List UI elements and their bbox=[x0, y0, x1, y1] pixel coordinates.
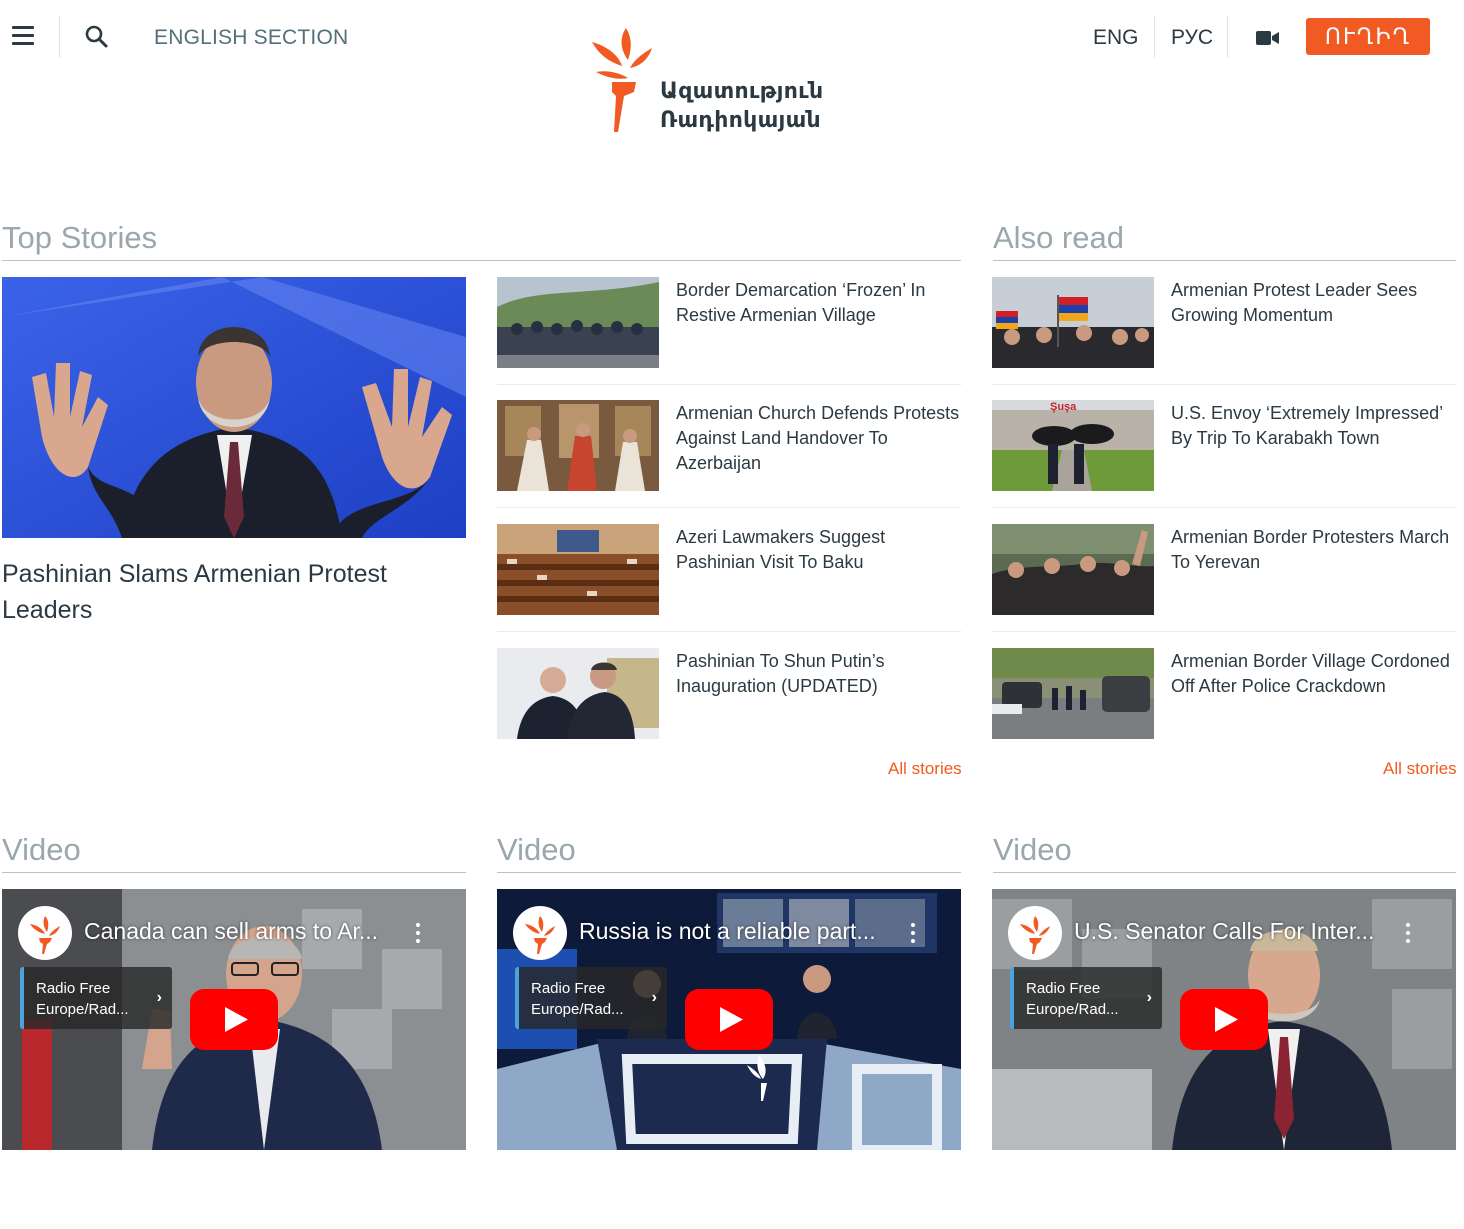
search-icon[interactable] bbox=[84, 24, 110, 50]
section-rule bbox=[993, 872, 1456, 873]
story-thumbnail[interactable] bbox=[992, 648, 1154, 739]
list-item: Armenian Protest Leader Sees Growing Mom… bbox=[992, 277, 1456, 400]
more-options-icon[interactable] bbox=[911, 923, 917, 943]
list-item: Pashinian To Shun Putin’s Inauguration (… bbox=[497, 648, 961, 771]
list-item: Şuşa U.S. Envoy ‘Extremely Impressed’ By… bbox=[992, 400, 1456, 523]
play-button-icon[interactable] bbox=[190, 989, 278, 1050]
more-options-icon[interactable] bbox=[416, 923, 422, 943]
section-rule bbox=[497, 872, 961, 873]
feature-story-image[interactable] bbox=[2, 277, 466, 538]
story-thumbnail[interactable] bbox=[992, 277, 1154, 368]
english-section-link[interactable]: ENGLISH SECTION bbox=[154, 26, 348, 50]
story-thumbnail[interactable] bbox=[497, 277, 659, 368]
channel-logo[interactable] bbox=[513, 906, 567, 960]
story-thumbnail[interactable] bbox=[497, 400, 659, 491]
site-logo[interactable]: Ազատություն Ռադիոկայան bbox=[588, 26, 838, 136]
channel-name: Radio Free Europe/Rad... bbox=[1026, 980, 1119, 1018]
list-item: Armenian Border Village Cordoned Off Aft… bbox=[992, 648, 1456, 771]
video-heading: Video bbox=[993, 832, 1072, 867]
video-title[interactable]: Canada can sell arms to Ar... bbox=[84, 918, 394, 945]
chevron-right-icon: › bbox=[651, 989, 657, 1006]
video-title[interactable]: Russia is not a reliable part... bbox=[579, 918, 889, 945]
video-title[interactable]: U.S. Senator Calls For Inter... bbox=[1074, 918, 1384, 945]
story-separator bbox=[992, 507, 1456, 508]
story-title[interactable]: Armenian Protest Leader Sees Growing Mom… bbox=[1171, 278, 1459, 328]
more-options-icon[interactable] bbox=[1406, 923, 1412, 943]
channel-card[interactable]: Radio Free Europe/Rad... › bbox=[515, 967, 667, 1029]
story-separator bbox=[992, 631, 1456, 632]
all-stories-link[interactable]: All stories bbox=[888, 759, 962, 779]
story-title[interactable]: Armenian Church Defends Protests Against… bbox=[676, 401, 964, 476]
story-title[interactable]: Armenian Border Village Cordoned Off Aft… bbox=[1171, 649, 1459, 699]
story-title[interactable]: Azeri Lawmakers Suggest Pashinian Visit … bbox=[676, 525, 964, 575]
video-camera-icon[interactable] bbox=[1256, 30, 1280, 46]
play-button-icon[interactable] bbox=[685, 989, 773, 1050]
lang-rus-link[interactable]: РУС bbox=[1171, 26, 1213, 50]
logo-wordmark: Ազատություն Ռադիոկայան bbox=[660, 76, 823, 134]
video-heading: Video bbox=[2, 832, 81, 867]
video-player[interactable]: U.S. Senator Calls For Inter... Radio Fr… bbox=[992, 889, 1456, 1150]
story-separator bbox=[497, 507, 961, 508]
section-rule bbox=[2, 260, 961, 261]
story-thumbnail[interactable] bbox=[992, 524, 1154, 615]
section-rule bbox=[993, 260, 1456, 261]
story-separator bbox=[992, 384, 1456, 385]
channel-logo[interactable] bbox=[18, 906, 72, 960]
header-divider bbox=[1227, 16, 1228, 58]
logo-line-2: Ռադիոկայան bbox=[660, 107, 821, 132]
all-stories-link[interactable]: All stories bbox=[1383, 759, 1457, 779]
channel-name: Radio Free Europe/Rad... bbox=[531, 980, 624, 1018]
channel-name: Radio Free Europe/Rad... bbox=[36, 980, 129, 1018]
list-item: Azeri Lawmakers Suggest Pashinian Visit … bbox=[497, 524, 961, 647]
lang-eng-link[interactable]: ENG bbox=[1093, 26, 1139, 50]
story-separator bbox=[497, 631, 961, 632]
chevron-right-icon: › bbox=[156, 989, 162, 1006]
video-player[interactable]: Canada can sell arms to Ar... Radio Free… bbox=[2, 889, 466, 1150]
site-header: ENGLISH SECTION Ազատություն Ռադիոկայան E… bbox=[0, 0, 1464, 150]
channel-card[interactable]: Radio Free Europe/Rad... › bbox=[20, 967, 172, 1029]
logo-line-1: Ազատություն bbox=[660, 78, 824, 103]
list-item: Armenian Church Defends Protests Against… bbox=[497, 400, 961, 523]
torch-flame-icon bbox=[592, 28, 652, 132]
story-title[interactable]: Border Demarcation ‘Frozen’ In Restive A… bbox=[676, 278, 964, 328]
header-divider bbox=[1154, 16, 1155, 58]
live-button[interactable]: ՈՒՂԻՂ bbox=[1306, 18, 1430, 55]
video-player[interactable]: Russia is not a reliable part... Radio F… bbox=[497, 889, 961, 1150]
top-stories-heading: Top Stories bbox=[2, 220, 158, 255]
story-separator bbox=[497, 384, 961, 385]
channel-card[interactable]: Radio Free Europe/Rad... › bbox=[1010, 967, 1162, 1029]
section-rule bbox=[2, 872, 466, 873]
svg-text:Şuşa: Şuşa bbox=[1050, 401, 1077, 413]
story-thumbnail[interactable]: Şuşa bbox=[992, 400, 1154, 491]
story-thumbnail[interactable] bbox=[497, 648, 659, 739]
header-divider bbox=[59, 16, 60, 58]
chevron-right-icon: › bbox=[1146, 989, 1152, 1006]
play-button-icon[interactable] bbox=[1180, 989, 1268, 1050]
channel-logo[interactable] bbox=[1008, 906, 1062, 960]
also-read-heading: Also read bbox=[993, 220, 1124, 255]
story-title[interactable]: Armenian Border Protesters March To Yere… bbox=[1171, 525, 1459, 575]
list-item: Armenian Border Protesters March To Yere… bbox=[992, 524, 1456, 647]
list-item: Border Demarcation ‘Frozen’ In Restive A… bbox=[497, 277, 961, 400]
story-title[interactable]: Pashinian To Shun Putin’s Inauguration (… bbox=[676, 649, 964, 699]
menu-icon[interactable] bbox=[12, 26, 34, 46]
story-thumbnail[interactable] bbox=[497, 524, 659, 615]
feature-story-title[interactable]: Pashinian Slams Armenian Protest Leaders bbox=[2, 556, 442, 628]
video-heading: Video bbox=[497, 832, 576, 867]
story-title[interactable]: U.S. Envoy ‘Extremely Impressed’ By Trip… bbox=[1171, 401, 1459, 451]
